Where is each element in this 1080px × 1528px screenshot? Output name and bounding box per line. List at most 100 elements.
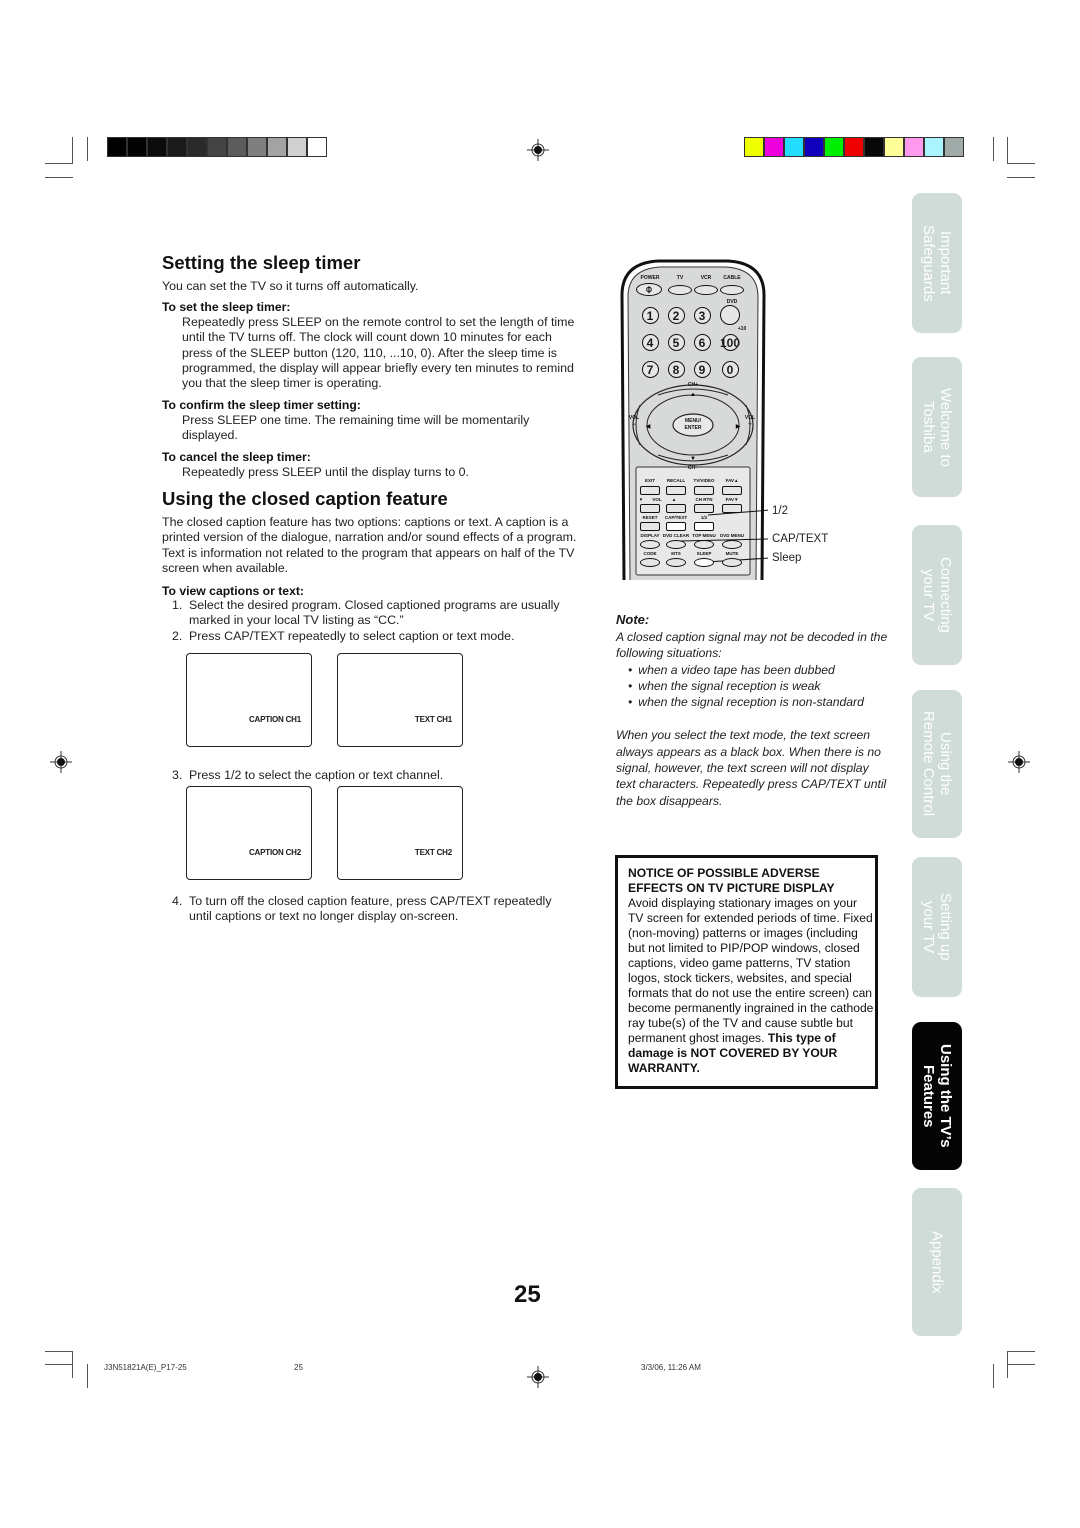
remote-button bbox=[722, 486, 742, 495]
remote-digit-9: 9 bbox=[693, 361, 711, 378]
registration-mark-icon bbox=[50, 751, 72, 773]
callout-half: 1/2 bbox=[772, 505, 788, 517]
set-sleep-timer-text: Repeatedly press SLEEP on the remote con… bbox=[182, 315, 575, 391]
section-tab-label: Using the TV’s Features bbox=[920, 1044, 954, 1148]
remote-button-dvd bbox=[720, 305, 740, 325]
remote-button-tv bbox=[668, 285, 692, 295]
section-tab-label: Connecting your TV bbox=[920, 557, 954, 633]
section-tab-label: Welcome to Toshiba bbox=[920, 387, 954, 467]
screen-label: CAPTION CH1 bbox=[248, 715, 301, 724]
closed-caption-heading: Using the closed caption feature bbox=[162, 488, 448, 509]
remote-label-minus: − bbox=[632, 422, 636, 428]
remote-label-ch-plus: CH+ bbox=[687, 382, 699, 388]
remote-button-vcr bbox=[694, 285, 718, 295]
remote-button bbox=[666, 540, 686, 549]
remote-button bbox=[666, 486, 686, 495]
section-tab-setting-up[interactable]: Setting up your TV bbox=[912, 857, 962, 997]
calibration-swatch bbox=[765, 138, 783, 156]
remote-label-power: POWER bbox=[640, 275, 660, 281]
remote-label-ch-minus: CH− bbox=[687, 465, 699, 471]
svg-text:▼: ▼ bbox=[690, 456, 696, 462]
remote-label: 1/2 bbox=[700, 515, 708, 520]
remote-button bbox=[640, 540, 660, 549]
remote-button-reset bbox=[640, 522, 660, 531]
calibration-swatch bbox=[825, 138, 843, 156]
remote-digit-8: 8 bbox=[667, 361, 685, 378]
section-tab-using-the[interactable]: Using the Remote Control bbox=[912, 690, 962, 838]
calibration-swatch bbox=[168, 138, 186, 156]
remote-digit-1: 1 bbox=[641, 307, 659, 324]
sleep-timer-intro: You can set the TV so it turns off autom… bbox=[162, 279, 419, 293]
remote-label: FAV▼ bbox=[725, 497, 739, 502]
calibration-swatch bbox=[248, 138, 266, 156]
remote-button-half bbox=[694, 522, 714, 531]
calibration-swatch bbox=[925, 138, 943, 156]
section-tab-using-the-tv-s[interactable]: Using the TV’s Features bbox=[912, 1022, 962, 1170]
remote-label: VOL bbox=[652, 497, 662, 502]
registration-mark-icon bbox=[527, 139, 549, 161]
calibration-swatch bbox=[108, 138, 126, 156]
svg-text:▲: ▲ bbox=[690, 392, 696, 398]
calibration-swatch bbox=[228, 138, 246, 156]
remote-digit-3: 3 bbox=[693, 307, 711, 324]
screen-label: CAPTION CH2 bbox=[248, 848, 301, 857]
power-button-icon: ⌽ bbox=[636, 282, 662, 296]
note-title: Note: bbox=[616, 612, 650, 627]
remote-label: RECALL bbox=[666, 478, 686, 483]
cancel-sleep-timer-subheading: To cancel the sleep timer: bbox=[162, 450, 311, 464]
remote-label-plus10: +10 bbox=[737, 326, 747, 332]
remote-label: TV/VIDEO bbox=[693, 478, 715, 483]
page-number: 25 bbox=[514, 1281, 541, 1308]
remote-button bbox=[640, 486, 660, 495]
step-text: Press CAP/TEXT repeatedly to select capt… bbox=[189, 629, 515, 643]
calibration-swatch bbox=[845, 138, 863, 156]
screen-label: TEXT CH2 bbox=[414, 848, 452, 857]
remote-label-enter: ENTER bbox=[684, 425, 702, 431]
cancel-sleep-timer-text: Repeatedly press SLEEP until the display… bbox=[182, 465, 469, 479]
remote-digit-100: 100 bbox=[719, 334, 741, 351]
remote-button bbox=[694, 486, 714, 495]
step-number: 4. bbox=[172, 894, 183, 908]
note-bullet: when the signal reception is weak bbox=[628, 678, 891, 694]
remote-label: TOP MENU bbox=[692, 533, 716, 538]
remote-button-sleep bbox=[694, 558, 714, 567]
note-intro: A closed caption signal may not be decod… bbox=[616, 630, 888, 661]
remote-label: CH RTN bbox=[695, 497, 713, 502]
remote-button bbox=[640, 504, 660, 513]
calibration-swatch bbox=[945, 138, 963, 156]
footer-file: J3N51821A(E)_P17-25 bbox=[104, 1363, 187, 1372]
calibration-swatch bbox=[208, 138, 226, 156]
remote-label: ▼ bbox=[638, 497, 644, 502]
registration-mark-icon bbox=[1008, 751, 1030, 773]
step-number: 1. bbox=[172, 598, 183, 612]
remote-button bbox=[694, 540, 714, 549]
remote-label: SLEEP bbox=[696, 551, 712, 556]
sleep-timer-heading: Setting the sleep timer bbox=[162, 252, 361, 273]
step-3: 3. Press 1/2 to select the caption or te… bbox=[172, 768, 572, 783]
remote-label: RESET bbox=[642, 515, 658, 520]
remote-label: MTS bbox=[671, 551, 681, 556]
section-tab-connecting[interactable]: Connecting your TV bbox=[912, 525, 962, 665]
remote-label-plus: + bbox=[748, 422, 752, 428]
tv-screen-caption-ch1: CAPTION CH1 bbox=[186, 653, 312, 747]
remote-label: EXIT bbox=[644, 478, 656, 483]
note-box: A closed caption signal may not be decod… bbox=[616, 629, 891, 809]
section-tab-welcome-to[interactable]: Welcome to Toshiba bbox=[912, 357, 962, 497]
remote-button-code bbox=[640, 558, 660, 567]
section-tab-important[interactable]: Important Safeguards bbox=[912, 193, 962, 333]
step-1: 1. Select the desired program. Closed ca… bbox=[172, 598, 572, 629]
remote-control-illustration: ▲ ▼ ◀ ▶ POWER TV VCR CABLE ⌽ DVD +10 1 2 3 4 5 6 100 7… bbox=[618, 255, 768, 580]
remote-label-cable: CABLE bbox=[723, 275, 741, 281]
remote-button-cable bbox=[720, 285, 744, 295]
calibration-swatch bbox=[785, 138, 803, 156]
calibration-swatch bbox=[865, 138, 883, 156]
notice-heading: NOTICE OF POSSIBLE ADVERSE EFFECTS ON TV… bbox=[628, 866, 835, 895]
calibration-swatch bbox=[805, 138, 823, 156]
remote-label-vol-minus: VOL bbox=[628, 415, 640, 421]
remote-button bbox=[722, 540, 742, 549]
set-sleep-timer-subheading: To set the sleep timer: bbox=[162, 300, 291, 314]
remote-button bbox=[666, 504, 686, 513]
remote-digit-4: 4 bbox=[641, 334, 659, 351]
section-tab-appendix[interactable]: Appendix bbox=[912, 1188, 962, 1336]
calibration-swatch bbox=[148, 138, 166, 156]
